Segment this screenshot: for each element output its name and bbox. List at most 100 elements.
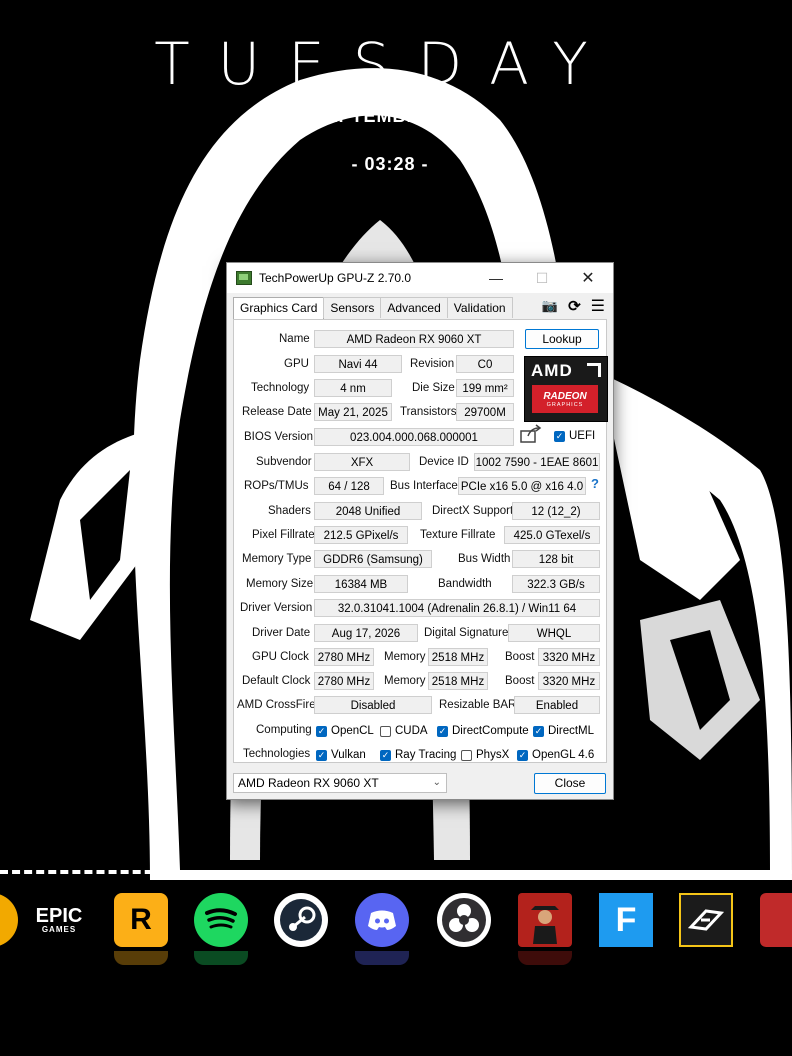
toolbar: 📷 ⟳ ☰ bbox=[542, 296, 605, 316]
help-icon[interactable]: ? bbox=[591, 476, 599, 491]
opengl-check-icon: ✓ bbox=[517, 749, 528, 761]
directml-checkbox[interactable]: ✓ DirectML bbox=[533, 725, 594, 737]
memory-type-label: Memory Type bbox=[242, 553, 312, 565]
rops-tmus-label: ROPs/TMUs bbox=[244, 480, 309, 492]
release-date-value: May 21, 2025 bbox=[314, 403, 392, 421]
close-button[interactable]: Close bbox=[534, 773, 606, 794]
uefi-checkbox[interactable]: ✓ UEFI bbox=[554, 430, 595, 442]
physx-checkbox[interactable]: PhysX bbox=[461, 749, 509, 761]
minimize-button[interactable]: — bbox=[473, 263, 519, 293]
gpu-clock-memory-value: 2518 MHz bbox=[428, 648, 488, 666]
gpu-clock-label: GPU Clock bbox=[252, 651, 309, 663]
discord-icon[interactable] bbox=[355, 893, 409, 947]
gpu-clock-value: 2780 MHz bbox=[314, 648, 374, 666]
title-bar[interactable]: TechPowerUp GPU-Z 2.70.0 — ☐ ✕ bbox=[227, 263, 613, 293]
cuda-check-icon bbox=[380, 725, 391, 737]
tab-bar: Graphics Card Sensors Advanced Validatio… bbox=[233, 297, 513, 320]
amd-radeon-logo: AMD RADEON GRAPHICS bbox=[524, 356, 608, 422]
opencl-checkbox[interactable]: ✓ OpenCL bbox=[316, 725, 374, 737]
share-icon[interactable] bbox=[520, 424, 542, 447]
subvendor-value: XFX bbox=[314, 453, 410, 471]
uefi-label: UEFI bbox=[569, 430, 596, 442]
opengl-label: OpenGL 4.6 bbox=[532, 749, 595, 761]
steam-icon[interactable] bbox=[274, 893, 328, 947]
game-launcher-icon[interactable] bbox=[679, 893, 733, 947]
discord-logo-icon bbox=[368, 910, 396, 930]
crossfire-label: AMD CrossFire bbox=[237, 699, 316, 711]
tab-sensors[interactable]: Sensors bbox=[323, 297, 382, 318]
memory-type-value: GDDR6 (Samsung) bbox=[314, 550, 432, 568]
clock-day: TUESDAY bbox=[154, 30, 616, 98]
menu-icon[interactable]: ☰ bbox=[591, 296, 605, 316]
directcompute-check-icon: ✓ bbox=[437, 725, 448, 737]
app-dock: EPIC GAMES R F bbox=[0, 893, 792, 973]
device-id-label: Device ID bbox=[419, 456, 469, 468]
directcompute-checkbox[interactable]: ✓ DirectCompute bbox=[437, 725, 529, 737]
opencl-label: OpenCL bbox=[331, 725, 374, 737]
tab-graphics-card[interactable]: Graphics Card bbox=[233, 297, 325, 320]
opencl-check-icon: ✓ bbox=[316, 725, 327, 737]
driver-version-value: 32.0.31041.1004 (Adrenalin 26.8.1) / Win… bbox=[314, 599, 600, 617]
gpuz-window: TechPowerUp GPU-Z 2.70.0 — ☐ ✕ Graphics … bbox=[226, 262, 614, 800]
gpu-value: Navi 44 bbox=[314, 355, 402, 373]
obs-icon[interactable] bbox=[437, 893, 491, 947]
ray-tracing-checkbox[interactable]: ✓ Ray Tracing bbox=[380, 749, 456, 761]
default-clock-label: Default Clock bbox=[242, 675, 311, 687]
directml-check-icon: ✓ bbox=[533, 725, 544, 737]
gpu-clock-memory-label: Memory bbox=[384, 651, 426, 663]
pixel-fillrate-label: Pixel Fillrate bbox=[252, 529, 315, 541]
bandwidth-label: Bandwidth bbox=[438, 578, 492, 590]
directcompute-label: DirectCompute bbox=[452, 725, 529, 737]
window-title: TechPowerUp GPU-Z 2.70.0 bbox=[259, 271, 412, 285]
spotify-reflection bbox=[194, 951, 248, 965]
rockstar-reflection bbox=[114, 951, 168, 965]
memory-size-value: 16384 MB bbox=[314, 575, 408, 593]
directx-value: 12 (12_2) bbox=[512, 502, 600, 520]
epic-games-line1: EPIC bbox=[35, 905, 83, 927]
refresh-icon[interactable]: ⟳ bbox=[568, 297, 581, 315]
gpu-select-dropdown[interactable]: AMD Radeon RX 9060 XT ⌄ bbox=[233, 773, 447, 793]
shaders-label: Shaders bbox=[268, 505, 311, 517]
amd-arrow-icon bbox=[587, 363, 601, 377]
default-clock-memory-label: Memory bbox=[384, 675, 426, 687]
lookup-button[interactable]: Lookup bbox=[525, 329, 599, 349]
graphics-text: GRAPHICS bbox=[546, 401, 584, 408]
opengl-checkbox[interactable]: ✓ OpenGL 4.6 bbox=[517, 749, 594, 761]
device-id-value: 1002 7590 - 1EAE 8601 bbox=[474, 453, 600, 471]
radeon-text: RADEON bbox=[543, 390, 587, 402]
fortnite-letter: F bbox=[615, 900, 637, 939]
bus-width-label: Bus Width bbox=[458, 553, 511, 565]
cuda-checkbox[interactable]: CUDA bbox=[380, 725, 428, 737]
texture-fillrate-label: Texture Fillrate bbox=[420, 529, 496, 541]
release-date-label: Release Date bbox=[242, 406, 312, 418]
tab-validation[interactable]: Validation bbox=[446, 297, 513, 318]
bios-version-value: 023.004.000.068.000001 bbox=[314, 428, 514, 446]
chevron-down-icon: ⌄ bbox=[432, 777, 441, 788]
spotify-icon[interactable] bbox=[194, 893, 248, 947]
name-label: Name bbox=[279, 333, 310, 345]
memory-size-label: Memory Size bbox=[246, 578, 314, 590]
rockstar-icon[interactable]: R bbox=[114, 893, 168, 947]
die-size-label: Die Size bbox=[412, 382, 455, 394]
epic-games-icon[interactable]: EPIC GAMES bbox=[32, 893, 86, 947]
vulkan-label: Vulkan bbox=[331, 749, 366, 761]
spotify-waves-icon bbox=[205, 908, 237, 929]
anime-game-icon[interactable] bbox=[760, 893, 792, 947]
close-window-button[interactable]: ✕ bbox=[565, 263, 611, 293]
cuda-label: CUDA bbox=[395, 725, 428, 737]
maximize-button[interactable]: ☐ bbox=[519, 263, 565, 293]
gpu-clock-boost-value: 3320 MHz bbox=[538, 648, 600, 666]
bus-interface-label: Bus Interface bbox=[390, 480, 458, 492]
partial-app-icon[interactable] bbox=[0, 893, 18, 947]
resizable-bar-label: Resizable BAR bbox=[439, 699, 517, 711]
gpu-label: GPU bbox=[284, 358, 309, 370]
technology-label: Technology bbox=[251, 382, 310, 394]
camera-icon[interactable]: 📷 bbox=[542, 298, 558, 314]
tab-advanced[interactable]: Advanced bbox=[380, 297, 448, 318]
fortnite-icon[interactable]: F bbox=[599, 893, 653, 947]
vulkan-checkbox[interactable]: ✓ Vulkan bbox=[316, 749, 366, 761]
revision-label: Revision bbox=[410, 358, 455, 370]
steam-logo-icon bbox=[280, 899, 322, 941]
red-dead-redemption-icon[interactable] bbox=[518, 893, 572, 947]
technology-value: 4 nm bbox=[314, 379, 392, 397]
